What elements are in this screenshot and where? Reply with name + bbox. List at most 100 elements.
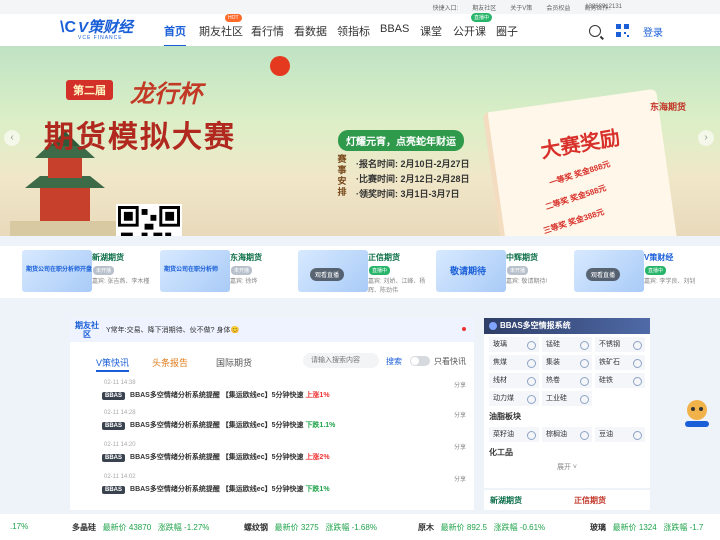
commodity-cell[interactable]: 线材 <box>489 373 539 388</box>
search-icon[interactable] <box>589 25 601 37</box>
banner-next-button[interactable]: › <box>698 130 714 146</box>
ticker-item[interactable]: 螺纹钢 最新价 3275 涨跌幅 -1.68% <box>244 522 377 533</box>
banner-prev-button[interactable]: ‹ <box>4 130 20 146</box>
nav-circle[interactable]: 圈子 <box>496 23 518 39</box>
flash-only-toggle[interactable] <box>410 356 430 366</box>
feed-search-button[interactable]: 搜索 <box>386 356 402 367</box>
share-button[interactable]: 分享 <box>454 442 466 451</box>
feed-item[interactable]: 02-11 14:20 分享 BBAS BBAS多空情绪分析系统提醒 【集运欧线e… <box>102 442 472 472</box>
ticker-price: 最新价 3275 <box>274 523 319 532</box>
ad-card[interactable]: 期货公司在职分析师开盘 新湖期货 未开播 嘉宾: 张吉燕、李木槿 <box>22 250 157 296</box>
commodity-cell[interactable]: 工业硅 <box>542 391 592 406</box>
nav-classroom[interactable]: 课堂 <box>420 23 442 39</box>
ad-card[interactable]: 观看直播 正信期货 直播中 嘉宾: 刘娇、江峰、杨辉、陈劲伟 <box>298 250 433 296</box>
commodity-cell[interactable]: 玻璃 <box>489 337 539 352</box>
member-link[interactable]: 会员权益 <box>546 3 570 12</box>
bbas-sidebar: BBAS多空情报系统 玻璃 锰硅 不锈钢 焦煤 集装 铁矿石 线材 热卷 硅铁 … <box>484 318 650 488</box>
ad-status-badge: 未开播 <box>231 266 253 275</box>
watch-live-button[interactable]: 观看直播 <box>586 268 621 281</box>
share-button[interactable]: 分享 <box>454 410 466 419</box>
section-oils: 油脂板块 <box>489 412 521 421</box>
commodity-cell[interactable]: 豆油 <box>595 427 645 442</box>
section-chemicals: 化工品 <box>489 448 513 457</box>
commodity-cell[interactable]: 棕榈油 <box>542 427 592 442</box>
ad-guests: 嘉宾: 刘娇、江峰、杨辉、陈劲伟 <box>368 279 426 294</box>
qrcode-icon[interactable] <box>616 24 629 37</box>
live-ad-strip: 期货公司在职分析师开盘 新湖期货 未开播 嘉宾: 张吉燕、李木槿 期货公司在职分… <box>0 246 720 298</box>
hero-banner[interactable]: 第二届 龙行杯 期货模拟大赛 灯耀元宵，点亮蛇年财运 赛事安排 ·报名时间: 2… <box>0 46 720 236</box>
share-button[interactable]: 分享 <box>454 474 466 483</box>
nav-quotes[interactable]: 看行情 <box>251 23 284 39</box>
ticker-item[interactable]: 原木 最新价 892.5 涨跌幅 -0.61% <box>418 522 545 533</box>
login-button[interactable]: 登录 <box>643 24 663 39</box>
ad-card[interactable]: 观看直播 V策财经 直播中 嘉宾: 李学良、刘钊 <box>574 250 709 296</box>
expand-button[interactable]: 展开 ˅ <box>484 462 650 472</box>
ticker-item[interactable]: 多晶硅 最新价 43870 涨跌幅 -1.27% <box>72 522 209 533</box>
ticker-item[interactable]: .17% <box>10 522 28 531</box>
feed-search-input[interactable] <box>303 353 379 368</box>
sidebar-ad-brand: 正信期货 <box>574 496 606 505</box>
tab-headline[interactable]: 头条报告 <box>152 356 188 369</box>
watch-live-button[interactable]: 观看直播 <box>310 268 345 281</box>
commodity-cell[interactable]: 焦煤 <box>489 355 539 370</box>
commodity-cell[interactable]: 动力煤 <box>489 391 539 406</box>
ticker-item[interactable]: 玻璃 最新价 1324 涨跌幅 -1.7 <box>590 522 703 533</box>
top-utility-bar: 快捷入口: 期友社区 关于V策 会员权益 商务合作: 13262912131 <box>0 0 720 14</box>
sidebar-ad-strip[interactable]: 新湖期货 正信期货 <box>484 490 650 510</box>
nav-forum[interactable]: 期友社区 HOT <box>199 14 243 39</box>
mascot-icon[interactable] <box>683 398 711 428</box>
feed-text: BBAS多空情绪分析系统提醒 【集运欧线ec】5分钟快速 <box>130 392 304 399</box>
ad-card[interactable]: 敬请期待 中辉期货 未开播 嘉宾: 敬请期待! <box>436 250 571 296</box>
schedule-contest: ·比赛时间: 2月12日-2月28日 <box>356 174 470 184</box>
about-link[interactable]: 关于V策 <box>510 3 532 12</box>
share-button[interactable]: 分享 <box>454 380 466 389</box>
friends-community-bar[interactable]: 期友社区 Y常年:交易、降下消期待、伙不做? 身体😊 <box>70 318 474 342</box>
ticker-name: 螺纹钢 <box>244 523 268 532</box>
logo-mark-icon: \C <box>60 19 76 36</box>
nav-home[interactable]: 首页 <box>164 23 186 47</box>
tab-flash[interactable]: V策快讯 <box>96 356 130 372</box>
ticker-change: 涨跌幅 -1.68% <box>325 523 377 532</box>
biz-phone: 13262912131 <box>585 4 622 10</box>
nav-indicators[interactable]: 领指标 <box>337 23 370 39</box>
ad-brand: 正信期货 <box>368 253 400 262</box>
schedule-signup: ·报名时间: 2月10日-2月27日 <box>356 159 470 169</box>
commodity-cell[interactable]: 集装 <box>542 355 592 370</box>
commodity-cell[interactable]: 热卷 <box>542 373 592 388</box>
nav-open-class[interactable]: 公开课 直播中 <box>453 13 493 39</box>
commodity-cell[interactable]: 菜籽油 <box>489 427 539 442</box>
commodity-cell[interactable]: 铁矿石 <box>595 355 645 370</box>
feed-item[interactable]: 02-11 14:28 分享 BBAS BBAS多空情绪分析系统提醒 【集运欧线e… <box>102 410 472 440</box>
ad-guests: 嘉宾: 徐烨 <box>230 279 258 285</box>
ad-thumbnail: 期货公司在职分析师开盘 <box>22 250 92 292</box>
friends-label: 期友社区 <box>75 321 99 339</box>
ticker-change: 涨跌幅 -1.7 <box>663 523 704 532</box>
feed-item[interactable]: 02-11 14:38 分享 BBAS BBAS多空情绪分析系统提醒 【集运欧线e… <box>102 380 472 410</box>
banner-title: 期货模拟大赛 <box>44 121 236 154</box>
commodity-cell[interactable]: 锰硅 <box>542 337 592 352</box>
site-logo[interactable]: \C V策财经 VCE FINANCE <box>60 19 133 42</box>
ad-brand: 中辉期货 <box>506 253 538 262</box>
ad-brand: V策财经 <box>644 253 674 262</box>
bbas-badge: BBAS <box>102 486 126 494</box>
feed-item[interactable]: 02-11 14:02 分享 BBAS BBAS多空情绪分析系统提醒 【集运欧线e… <box>102 474 472 504</box>
feed-text: BBAS多空情绪分析系统提醒 【集运欧线ec】5分钟快速 <box>130 486 304 493</box>
live-badge: 直播中 <box>471 13 493 22</box>
ticker-price: 最新价 892.5 <box>440 523 487 532</box>
commodity-grid-oils: 菜籽油 棕榈油 豆油 <box>484 424 650 445</box>
schedule-award: ·领奖时间: 3月1日-3月7日 <box>356 189 460 199</box>
ad-card[interactable]: 期货公司在职分析师 东海期货 未开播 嘉宾: 徐烨 <box>160 250 295 296</box>
nav-data[interactable]: 看数据 <box>294 23 327 39</box>
news-feed-panel: 期友社区 Y常年:交易、降下消期待、伙不做? 身体😊 V策快讯 头条报告 国际期… <box>70 318 474 510</box>
commodity-cell[interactable]: 不锈钢 <box>595 337 645 352</box>
feed-time: 02-11 14:20 <box>104 442 136 448</box>
notice-dot <box>462 327 466 331</box>
forum-link[interactable]: 期友社区 <box>472 3 496 12</box>
commodity-cell[interactable]: 硅铁 <box>595 373 645 388</box>
ad-thumbnail: 观看直播 <box>298 250 368 292</box>
banner-slogan: 灯耀元宵，点亮蛇年财运 <box>338 130 464 151</box>
ad-status-badge: 未开播 <box>93 266 115 275</box>
tab-international[interactable]: 国际期货 <box>216 356 252 369</box>
nav-bbas[interactable]: BBAS <box>380 23 409 35</box>
market-ticker: .17% 多晶硅 最新价 43870 涨跌幅 -1.27% 螺纹钢 最新价 32… <box>0 514 720 540</box>
